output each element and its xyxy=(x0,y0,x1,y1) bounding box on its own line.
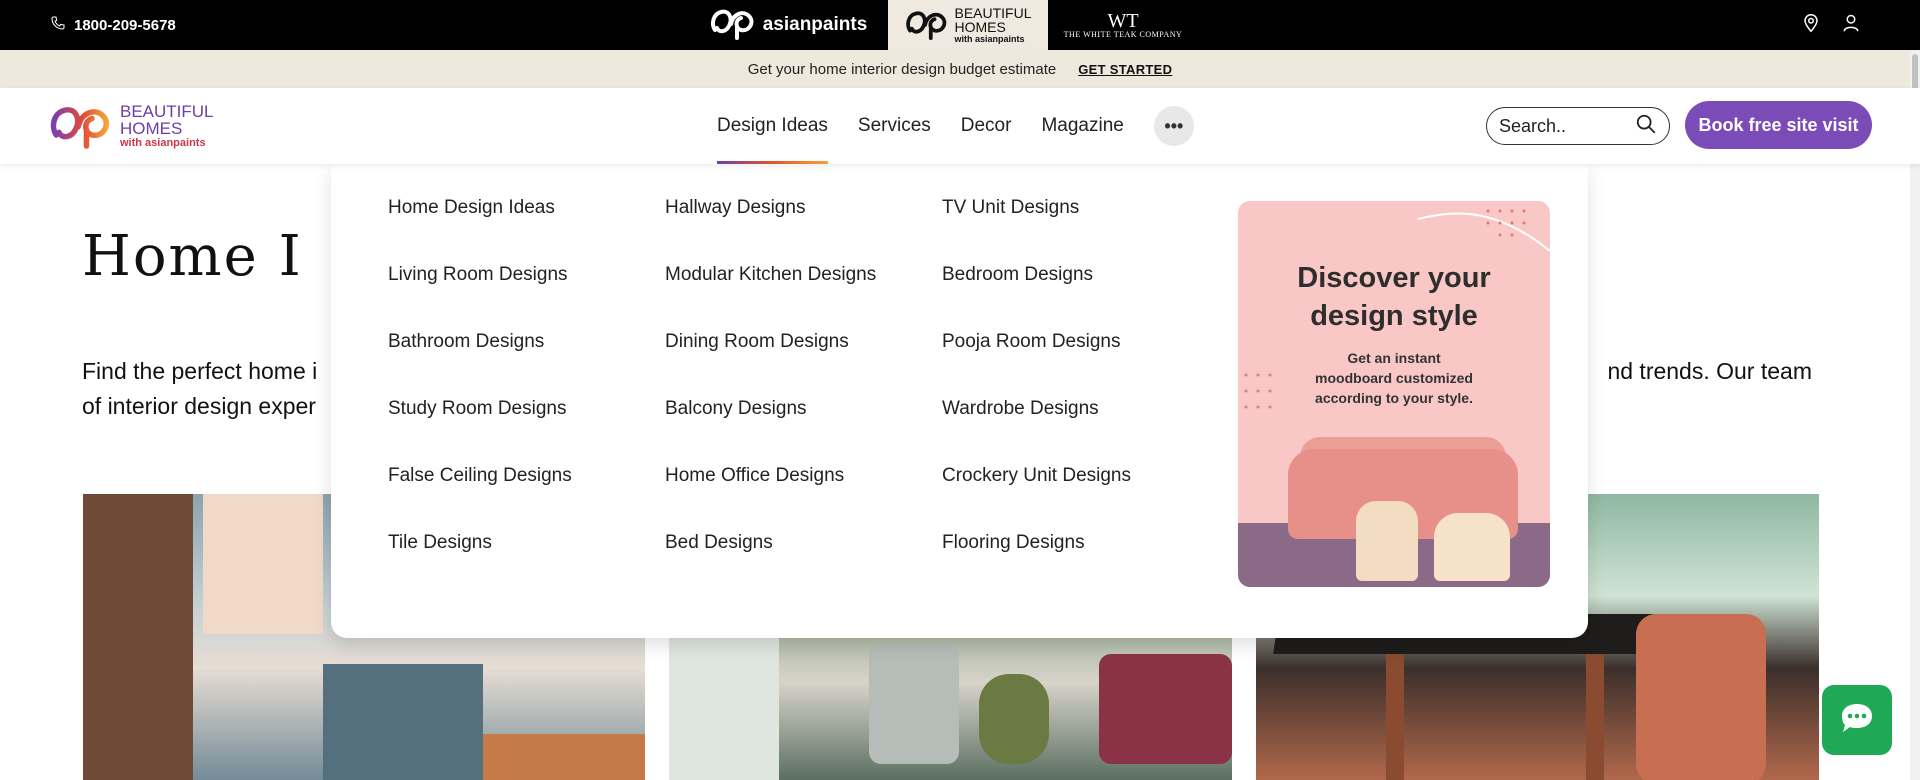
search-icon[interactable] xyxy=(1635,113,1657,140)
nav-services[interactable]: Services xyxy=(858,88,931,164)
search-box[interactable]: Search.. xyxy=(1486,107,1670,145)
promo-heading-line1: Discover your xyxy=(1297,262,1491,294)
promo-table-illustration-2 xyxy=(1434,513,1510,581)
main-header: BEAUTIFUL HOMES with asianpaints Design … xyxy=(0,88,1920,164)
design-style-promo-card[interactable]: Discover your design style Get an instan… xyxy=(1238,201,1550,587)
logo-text: BEAUTIFUL HOMES with asianpaints xyxy=(120,103,214,150)
white-teak-monogram: WT xyxy=(1107,9,1139,32)
site-logo[interactable]: BEAUTIFUL HOMES with asianpaints xyxy=(48,98,214,155)
primary-nav: Design Ideas Services Decor Magazine ••• xyxy=(717,88,1194,164)
promo-sub-line1: Get an instant xyxy=(1347,350,1441,366)
menu-item-study-room-designs[interactable]: Study Room Designs xyxy=(388,398,572,465)
promo-bar: Get your home interior design budget est… xyxy=(0,50,1920,88)
menu-item-home-design-ideas[interactable]: Home Design Ideas xyxy=(388,197,572,264)
menu-item-wardrobe-designs[interactable]: Wardrobe Designs xyxy=(942,398,1131,465)
page: 1800-209-5678 asianpaints BEAUTIFUL HOME… xyxy=(0,0,1920,780)
more-menu-button[interactable]: ••• xyxy=(1153,106,1194,146)
menu-item-bathroom-designs[interactable]: Bathroom Designs xyxy=(388,331,572,398)
menu-item-dining-room-designs[interactable]: Dining Room Designs xyxy=(665,331,876,398)
promo-sub-line3: according to your style. xyxy=(1315,390,1473,406)
promo-heading-line2: design style xyxy=(1310,300,1478,332)
nav-magazine[interactable]: Magazine xyxy=(1041,88,1123,164)
menu-item-tile-designs[interactable]: Tile Designs xyxy=(388,532,572,599)
promo-table-illustration xyxy=(1356,501,1418,581)
top-bar: 1800-209-5678 asianpaints BEAUTIFUL HOME… xyxy=(0,0,1920,50)
menu-item-pooja-room-designs[interactable]: Pooja Room Designs xyxy=(942,331,1131,398)
beautiful-homes-logo-icon xyxy=(904,6,950,45)
mega-menu-column-2: Hallway Designs Modular Kitchen Designs … xyxy=(665,197,876,599)
menu-item-home-office-designs[interactable]: Home Office Designs xyxy=(665,465,876,532)
logo-sub: with asianpaints xyxy=(120,137,206,149)
chat-widget-button[interactable] xyxy=(1822,685,1892,755)
bh-line1: BEAUTIFUL xyxy=(954,5,1032,21)
asianpaints-label: asianpaints xyxy=(762,14,868,35)
get-started-link[interactable]: GET STARTED xyxy=(1078,62,1172,77)
asianpaints-brand-link[interactable]: asianpaints xyxy=(688,0,888,50)
logo-line2: HOMES xyxy=(120,119,183,138)
nav-decor[interactable]: Decor xyxy=(961,88,1012,164)
design-ideas-mega-menu: Home Design Ideas Living Room Designs Ba… xyxy=(331,164,1588,638)
chat-icon xyxy=(1838,701,1876,740)
promo-card-heading: Discover your design style xyxy=(1238,259,1550,335)
phone-link[interactable]: 1800-209-5678 xyxy=(50,0,176,50)
menu-item-bedroom-designs[interactable]: Bedroom Designs xyxy=(942,264,1131,331)
book-site-visit-button[interactable]: Book free site visit xyxy=(1685,101,1872,149)
asianpaints-logo-icon xyxy=(709,4,757,46)
promo-card-subtext: Get an instant moodboard customized acco… xyxy=(1238,348,1550,408)
phone-number: 1800-209-5678 xyxy=(74,16,176,34)
search-input[interactable]: Search.. xyxy=(1499,116,1566,137)
user-icon[interactable] xyxy=(1842,13,1860,38)
page-title: Home I xyxy=(82,224,303,289)
mega-menu-column-3: TV Unit Designs Bedroom Designs Pooja Ro… xyxy=(942,197,1131,599)
location-icon[interactable] xyxy=(1802,13,1820,38)
menu-item-flooring-designs[interactable]: Flooring Designs xyxy=(942,532,1131,599)
top-utility-icons xyxy=(1802,0,1860,50)
white-teak-name: THE WHITE TEAK COMPANY xyxy=(1063,29,1183,39)
beautiful-homes-label: BEAUTIFUL HOMES with asianpaints xyxy=(954,6,1031,44)
beautiful-homes-brand-link[interactable]: BEAUTIFUL HOMES with asianpaints xyxy=(888,0,1048,50)
promo-sub-line2: moodboard customized xyxy=(1315,370,1473,386)
menu-item-hallway-designs[interactable]: Hallway Designs xyxy=(665,197,876,264)
beautiful-homes-logo-mark-icon xyxy=(48,98,114,155)
menu-item-balcony-designs[interactable]: Balcony Designs xyxy=(665,398,876,465)
bh-sub: with asianpaints xyxy=(954,34,1025,44)
bh-line2: HOMES xyxy=(954,19,1006,35)
mega-menu-column-1: Home Design Ideas Living Room Designs Ba… xyxy=(388,197,572,599)
menu-item-living-room-designs[interactable]: Living Room Designs xyxy=(388,264,572,331)
menu-item-modular-kitchen-designs[interactable]: Modular Kitchen Designs xyxy=(665,264,876,331)
menu-item-false-ceiling-designs[interactable]: False Ceiling Designs xyxy=(388,465,572,532)
phone-icon xyxy=(50,15,66,35)
desc-line1-tail: nd trends. Our team xyxy=(1607,358,1812,384)
menu-item-tv-unit-designs[interactable]: TV Unit Designs xyxy=(942,197,1131,264)
nav-design-ideas[interactable]: Design Ideas xyxy=(717,88,828,164)
brand-switcher: asianpaints BEAUTIFUL HOMES with asianpa… xyxy=(688,0,1198,50)
white-teak-brand-link[interactable]: WT THE WHITE TEAK COMPANY xyxy=(1048,0,1198,50)
logo-line1: BEAUTIFUL xyxy=(120,102,214,121)
menu-item-bed-designs[interactable]: Bed Designs xyxy=(665,532,876,599)
promo-text: Get your home interior design budget est… xyxy=(747,60,1057,78)
menu-item-crockery-unit-designs[interactable]: Crockery Unit Designs xyxy=(942,465,1131,532)
